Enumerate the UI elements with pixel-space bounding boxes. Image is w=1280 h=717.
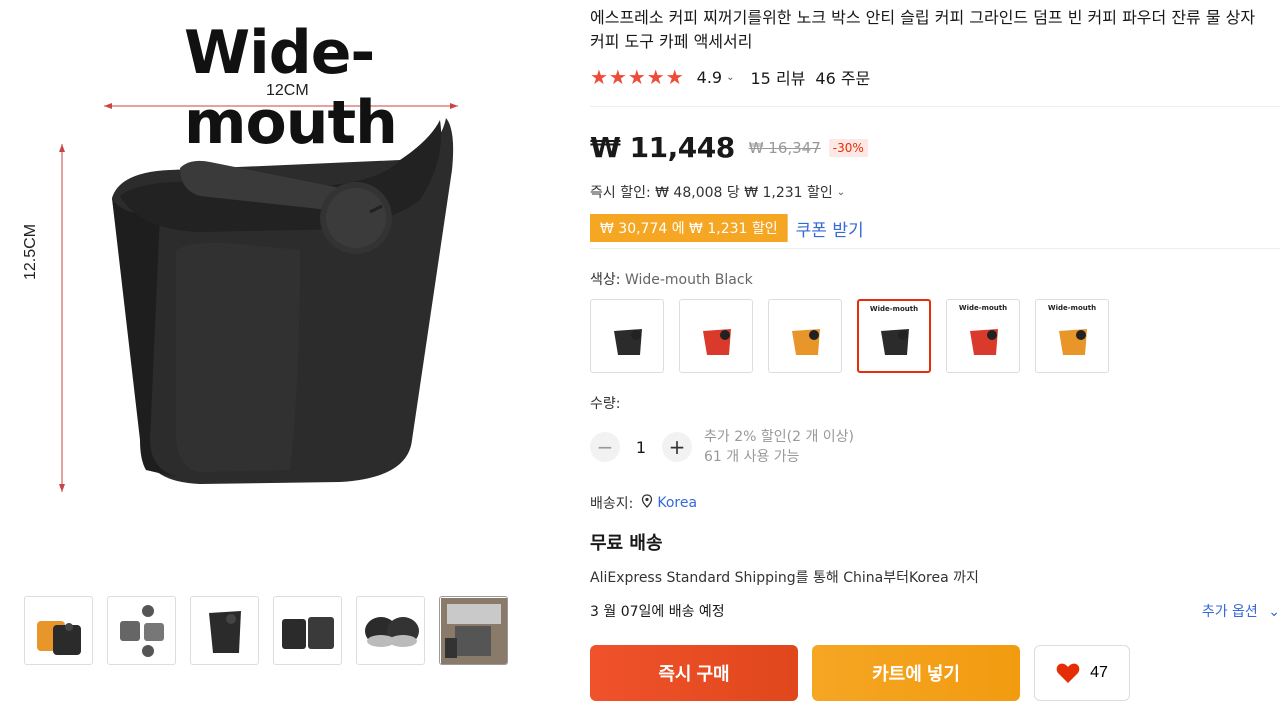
quantity-stepper: − 1 + 추가 2% 할인(2 개 이상) 61 개 사용 가능: [590, 427, 1280, 467]
swatch-caption: Wide-mouth: [958, 304, 1008, 312]
price-row: ₩ 11,448 ₩ 16,347 -30%: [590, 131, 1280, 164]
swatch-image: [614, 329, 642, 355]
thumbnail-image: [364, 616, 419, 647]
thumbnail-3[interactable]: [190, 596, 259, 665]
ship-to-label: 배송지:: [590, 496, 634, 512]
ship-to-location-link[interactable]: Korea: [657, 495, 697, 511]
color-swatch[interactable]: Wide-mouth: [946, 299, 1020, 373]
color-label-text: 색상:: [590, 272, 621, 288]
product-title: 에스프레소 커피 찌꺼기를위한 노크 박스 안티 슬립 커피 그라인드 덤프 빈…: [590, 8, 1256, 51]
discount-badge: -30%: [828, 138, 868, 157]
main-product-image[interactable]: Wide-mouth 12CM 12.5CM: [0, 0, 560, 580]
swatch-image: [792, 329, 820, 355]
color-swatch[interactable]: Wide-mouth: [1035, 299, 1109, 373]
overlay-title: Wide-mouth: [184, 18, 398, 158]
instant-discount-text: 즉시 할인: ₩ 48,008 당 ₩ 1,231 할인: [590, 185, 833, 201]
thumbnail-strip: [24, 596, 508, 665]
color-swatches: Wide-mouth Wide-mouth Wide-mouth: [590, 299, 1280, 373]
quantity-label: 수량:: [590, 396, 621, 412]
decrease-quantity-button[interactable]: −: [590, 432, 620, 462]
width-dimension-label: 12CM: [266, 82, 309, 99]
bulk-discount-note: 추가 2% 할인(2 개 이상): [704, 429, 855, 445]
swatch-image: [970, 329, 998, 355]
thumbnail-image: [208, 610, 241, 653]
divider: [590, 106, 1280, 107]
ship-to-row: 배송지: Korea: [590, 493, 1280, 513]
coupon-row: ₩ 30,774 에 ₩ 1,231 할인 쿠폰 받기: [590, 214, 1280, 242]
wishlist-button[interactable]: 47: [1034, 645, 1130, 701]
rating-row: ★★★★★ 4.9 ⌄ 15 리뷰 46 주문: [590, 65, 1280, 89]
height-dimension-label: 12.5CM: [22, 223, 39, 280]
get-coupon-link[interactable]: 쿠폰 받기: [796, 216, 864, 241]
color-swatch[interactable]: Wide-mouth: [857, 299, 931, 373]
thumbnail-2[interactable]: [107, 596, 176, 665]
review-count[interactable]: 15 리뷰: [751, 65, 806, 89]
thumbnail-6[interactable]: [439, 596, 508, 665]
selected-color-value: Wide-mouth Black: [624, 272, 753, 288]
instant-discount[interactable]: 즉시 할인: ₩ 48,008 당 ₩ 1,231 할인 ⌄: [590, 182, 1280, 202]
more-shipping-options-link[interactable]: 추가 옵션 ⌄: [1202, 601, 1280, 621]
thumbnail-5[interactable]: [356, 596, 425, 665]
action-bar: 즉시 구매 카트에 넣기 47: [590, 645, 1280, 701]
thumbnail-image: [440, 597, 507, 664]
wishlist-count: 47: [1090, 664, 1108, 681]
swatch-image: [703, 329, 731, 355]
star-rating-icon: ★★★★★: [590, 65, 685, 89]
order-count: 46 주문: [815, 69, 871, 88]
product-info: 에스프레소 커피 찌꺼기를위한 노크 박스 안티 슬립 커피 그라인드 덤프 빈…: [590, 0, 1280, 701]
delivery-row: 3 월 07일에 배송 예정 추가 옵션 ⌄: [590, 601, 1280, 621]
thumbnail-1[interactable]: [24, 596, 93, 665]
buy-now-button[interactable]: 즉시 구매: [590, 645, 798, 701]
thumbnail-image: [281, 616, 334, 649]
quantity-value[interactable]: 1: [620, 438, 662, 457]
original-price: ₩ 16,347: [748, 138, 821, 157]
free-shipping-heading: 무료 배송: [590, 533, 663, 554]
swatch-caption: Wide-mouth: [1047, 304, 1097, 312]
chevron-down-icon: ⌄: [1268, 604, 1280, 620]
increase-quantity-button[interactable]: +: [662, 432, 692, 462]
chevron-down-icon: ⌄: [836, 186, 846, 198]
color-swatch[interactable]: [590, 299, 664, 373]
quantity-note: 추가 2% 할인(2 개 이상) 61 개 사용 가능: [704, 427, 854, 467]
swatch-image: [1059, 329, 1087, 355]
chevron-down-icon[interactable]: ⌄: [726, 72, 734, 83]
current-price: ₩ 11,448: [590, 131, 735, 164]
thumbnail-4[interactable]: [273, 596, 342, 665]
coupon-tag: ₩ 30,774 에 ₩ 1,231 할인: [590, 214, 788, 242]
thumbnail-image: [36, 620, 81, 655]
swatch-caption: Wide-mouth: [869, 305, 919, 313]
heart-icon: [1056, 663, 1080, 683]
color-swatch[interactable]: [679, 299, 753, 373]
add-to-cart-button[interactable]: 카트에 넣기: [812, 645, 1020, 701]
color-label: 색상: Wide-mouth Black: [590, 269, 1280, 289]
divider: [590, 248, 1280, 249]
location-pin-icon: [641, 494, 653, 512]
more-options-label: 추가 옵션: [1201, 604, 1258, 620]
delivery-date: 3 월 07일에 배송 예정: [590, 604, 725, 620]
thumbnail-image: [119, 604, 164, 657]
shipping-detail: AliExpress Standard Shipping를 통해 China부터…: [590, 570, 979, 586]
stock-available: 61 개 사용 가능: [704, 449, 800, 465]
color-swatch[interactable]: [768, 299, 842, 373]
rating-value[interactable]: 4.9: [697, 68, 722, 87]
swatch-image: [881, 329, 909, 355]
